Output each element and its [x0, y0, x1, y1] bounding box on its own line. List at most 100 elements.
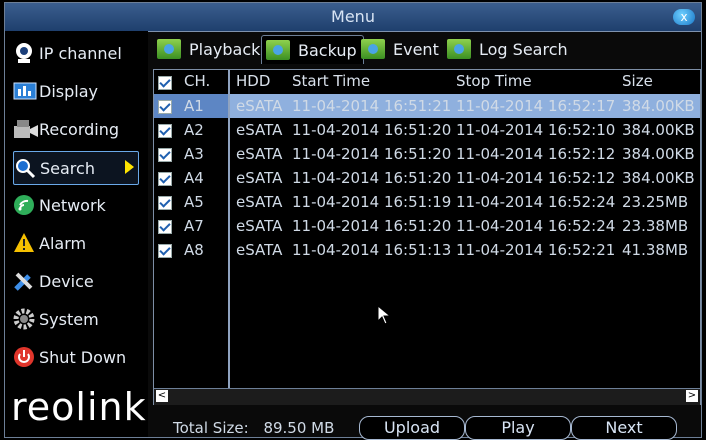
sidebar-item-alarm[interactable]: Alarm	[13, 227, 143, 259]
tab-label: Event	[393, 39, 439, 59]
alarm-icon	[13, 232, 35, 254]
cell-size: 41.38MB	[622, 241, 689, 259]
sidebar-item-label: Network	[39, 195, 106, 215]
cell-hdd: eSATA	[236, 169, 283, 187]
menu-window: Menu x IP channel Display Recording Sear…	[4, 2, 702, 440]
upload-button[interactable]: Upload	[359, 416, 465, 440]
sidebar-item-label: Device	[39, 271, 94, 291]
cell-start-time: 11-04-2014 16:51:20	[292, 121, 452, 139]
cell-size: 384.00KB	[622, 169, 695, 187]
sidebar-item-display[interactable]: Display	[13, 75, 143, 107]
sidebar-item-label: Search	[40, 158, 95, 178]
cell-ch: A1	[184, 97, 204, 115]
sidebar-item-recording[interactable]: Recording	[13, 113, 143, 145]
sidebar-item-search[interactable]: Search	[13, 151, 139, 185]
cell-start-time: 11-04-2014 16:51:21	[292, 97, 452, 115]
total-size-value: 89.50 MB	[263, 419, 335, 437]
tab-backup[interactable]: Backup	[261, 35, 364, 64]
sidebar-item-label: IP channel	[39, 43, 122, 63]
scroll-left-button[interactable]: <	[156, 390, 168, 402]
cell-size: 384.00KB	[622, 145, 695, 163]
cell-stop-time: 11-04-2014 16:52:24	[456, 217, 616, 235]
cell-hdd: eSATA	[236, 241, 283, 259]
row-checkbox[interactable]	[158, 196, 172, 210]
cell-size: 384.00KB	[622, 121, 695, 139]
total-size: Total Size: 89.50 MB	[173, 419, 334, 437]
sidebar-item-system[interactable]: System	[13, 303, 143, 335]
cell-stop-time: 11-04-2014 16:52:12	[456, 169, 616, 187]
header-start-time: Start Time	[292, 72, 371, 90]
table-row[interactable]: A3 eSATA 11-04-2014 16:51:20 11-04-2014 16:…	[154, 142, 700, 166]
sidebar-item-label: Recording	[39, 119, 120, 139]
cell-hdd: eSATA	[236, 217, 283, 235]
cell-hdd: eSATA	[236, 193, 283, 211]
tab-label: Backup	[298, 40, 357, 60]
cell-ch: A2	[184, 121, 204, 139]
table-header: CH. HDD Start Time Stop Time Size	[154, 70, 700, 94]
horizontal-scrollbar[interactable]: < >	[154, 388, 700, 405]
cell-start-time: 11-04-2014 16:51:13	[292, 241, 452, 259]
device-icon	[13, 270, 35, 292]
header-hdd: HDD	[236, 72, 271, 90]
title-bar: Menu x	[5, 3, 701, 32]
network-icon	[13, 194, 35, 216]
cell-hdd: eSATA	[236, 145, 283, 163]
window-title: Menu	[331, 7, 375, 26]
image-icon	[361, 39, 385, 59]
close-button[interactable]: x	[673, 9, 695, 25]
cell-start-time: 11-04-2014 16:51:20	[292, 217, 452, 235]
sidebar-item-label: Display	[39, 81, 98, 101]
row-checkbox[interactable]	[158, 148, 172, 162]
row-checkbox[interactable]	[158, 244, 172, 258]
cell-size: 23.25MB	[622, 193, 689, 211]
tab-playback[interactable]: Playback	[157, 35, 260, 63]
sidebar-item-device[interactable]: Device	[13, 265, 143, 297]
header-ch: CH.	[184, 72, 211, 90]
scroll-right-button[interactable]: >	[686, 390, 698, 402]
cell-hdd: eSATA	[236, 121, 283, 139]
table-row[interactable]: A5 eSATA 11-04-2014 16:51:19 11-04-2014 16:…	[154, 190, 700, 214]
recording-icon	[13, 118, 38, 140]
cell-ch: A4	[184, 169, 204, 187]
cell-ch: A8	[184, 241, 204, 259]
system-icon	[13, 308, 35, 330]
chevron-right-icon	[125, 160, 134, 174]
header-size: Size	[622, 72, 653, 90]
cell-stop-time: 11-04-2014 16:52:12	[456, 145, 616, 163]
header-stop-time: Stop Time	[456, 72, 532, 90]
cell-stop-time: 11-04-2014 16:52:21	[456, 241, 616, 259]
cell-ch: A5	[184, 193, 204, 211]
table-row[interactable]: A4 eSATA 11-04-2014 16:51:20 11-04-2014 16:…	[154, 166, 700, 190]
tab-bar: Playback Backup Event Log Search	[151, 35, 699, 65]
row-checkbox[interactable]	[158, 100, 172, 114]
sidebar-item-label: Alarm	[39, 233, 87, 253]
next-button[interactable]: Next	[571, 416, 677, 440]
search-icon	[14, 157, 36, 179]
play-button[interactable]: Play	[465, 416, 571, 440]
cell-ch: A3	[184, 145, 204, 163]
cell-stop-time: 11-04-2014 16:52:17	[456, 97, 616, 115]
tab-log-search[interactable]: Log Search	[447, 35, 568, 63]
row-checkbox[interactable]	[158, 220, 172, 234]
reolink-logo: reolink	[11, 385, 147, 429]
select-all-checkbox[interactable]	[158, 76, 172, 90]
row-checkbox[interactable]	[158, 124, 172, 138]
row-checkbox[interactable]	[158, 172, 172, 186]
cell-start-time: 11-04-2014 16:51:20	[292, 169, 452, 187]
sidebar-item-ip-channel[interactable]: IP channel	[13, 37, 143, 69]
cell-start-time: 11-04-2014 16:51:20	[292, 145, 452, 163]
cell-stop-time: 11-04-2014 16:52:24	[456, 193, 616, 211]
table-row[interactable]: A8 eSATA 11-04-2014 16:51:13 11-04-2014 16:…	[154, 238, 700, 262]
cell-stop-time: 11-04-2014 16:52:10	[456, 121, 616, 139]
display-icon	[13, 80, 37, 102]
table-row[interactable]: A2 eSATA 11-04-2014 16:51:20 11-04-2014 16:…	[154, 118, 700, 142]
total-size-label: Total Size:	[173, 419, 249, 437]
tab-event[interactable]: Event	[361, 35, 439, 63]
sidebar-item-network[interactable]: Network	[13, 189, 143, 221]
cell-hdd: eSATA	[236, 97, 283, 115]
backup-table: CH. HDD Start Time Stop Time Size A1 eSAT…	[153, 69, 701, 405]
table-row[interactable]: A7 eSATA 11-04-2014 16:51:20 11-04-2014 16:…	[154, 214, 700, 238]
sidebar-item-shut-down[interactable]: Shut Down	[13, 341, 143, 373]
table-row[interactable]: A1 eSATA 11-04-2014 16:51:21 11-04-2014 16:…	[154, 94, 700, 118]
sidebar-item-label: System	[39, 309, 99, 329]
